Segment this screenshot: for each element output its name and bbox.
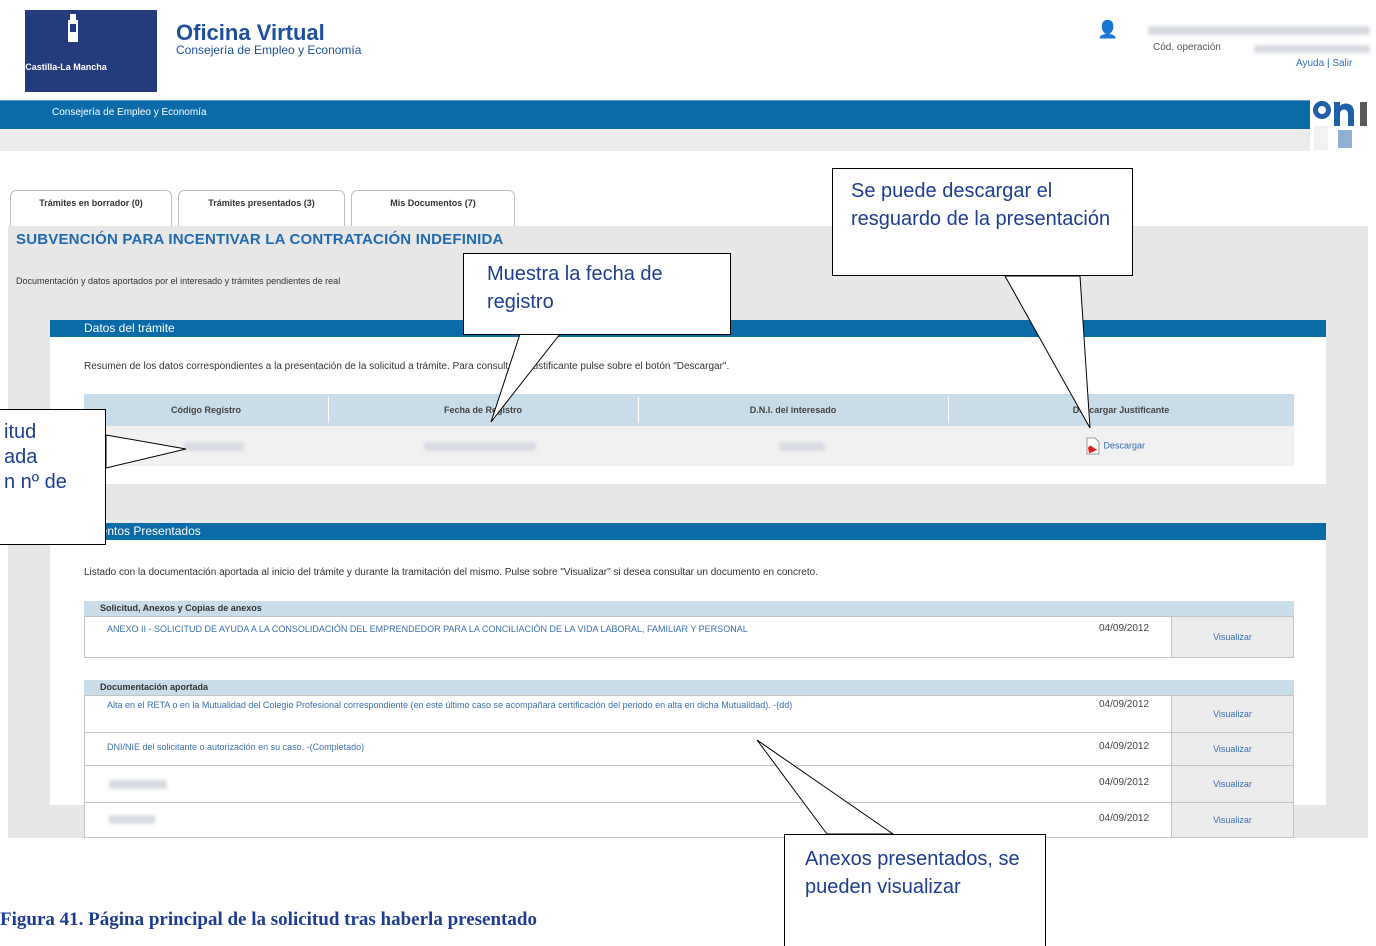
callout-pointers <box>105 275 1091 835</box>
callout-descargar: Se puede descargar el resguardo de la pr… <box>832 168 1133 276</box>
callout-solicitud-line: itud <box>4 421 37 443</box>
figure-caption: Figura 41. Página principal de la solici… <box>0 909 537 930</box>
callout-solicitud-line: ada <box>4 446 38 468</box>
callout-fecha-registro: Muestra la fecha de registro <box>463 253 731 335</box>
callout-solicitud-line: n nº de <box>4 471 67 493</box>
callout-solicitud: itud ada n nº de <box>0 409 106 545</box>
callout-anexos: Anexos presentados, se pueden visualizar <box>784 834 1046 946</box>
